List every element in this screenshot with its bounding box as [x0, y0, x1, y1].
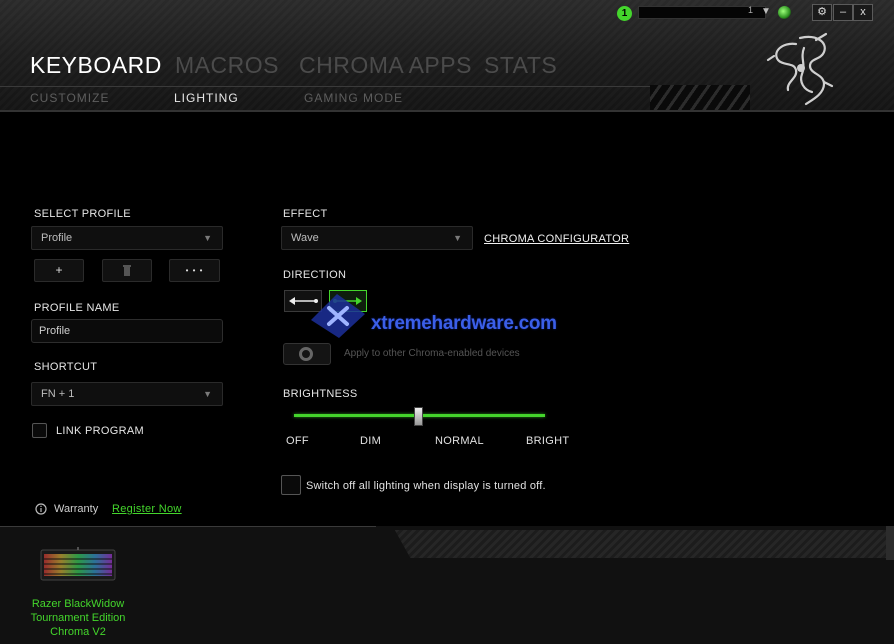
brightness-label: BRIGHTNESS: [283, 388, 358, 400]
shortcut-select[interactable]: FN + 1 ▼: [31, 382, 223, 406]
tab-chroma-apps[interactable]: CHROMA APPS: [299, 52, 472, 79]
shortcut-select-value: FN + 1: [41, 388, 75, 400]
keyboard-device-icon[interactable]: [40, 547, 116, 583]
effect-select-value: Wave: [291, 232, 319, 244]
header-stripes: [650, 85, 750, 110]
settings-button[interactable]: ⚙: [812, 4, 832, 21]
more-options-button[interactable]: • • •: [169, 259, 220, 282]
tab-stats[interactable]: STATS: [484, 52, 557, 79]
close-button[interactable]: x: [853, 4, 873, 21]
brightness-mark-dim: DIM: [360, 435, 382, 447]
device-bar-divider: [0, 526, 376, 527]
online-status-icon[interactable]: [778, 6, 791, 19]
switch-off-lighting-label: Switch off all lighting when display is …: [306, 480, 546, 492]
user-number: 1: [748, 5, 754, 15]
user-account-field[interactable]: [638, 6, 766, 19]
profile-name-label: PROFILE NAME: [34, 302, 120, 314]
delete-profile-button[interactable]: [102, 259, 152, 282]
subtab-gaming-mode[interactable]: GAMING MODE: [304, 91, 403, 105]
direction-label: DIRECTION: [283, 269, 347, 281]
watermark-logo-icon: [311, 294, 365, 338]
device-bar-stripes: [394, 530, 894, 558]
warranty-label: Warranty: [54, 503, 99, 515]
register-now-link[interactable]: Register Now: [112, 503, 182, 515]
tab-macros[interactable]: MACROS: [175, 52, 279, 79]
profile-name-input[interactable]: Profile: [31, 319, 223, 343]
link-program-checkbox[interactable]: [32, 423, 47, 438]
shortcut-label: SHORTCUT: [34, 361, 98, 373]
select-profile-label: SELECT PROFILE: [34, 208, 131, 220]
profile-select[interactable]: Profile ▼: [31, 226, 223, 250]
account-dropdown-icon[interactable]: ▼: [761, 6, 771, 17]
chroma-configurator-link[interactable]: CHROMA CONFIGURATOR: [484, 233, 629, 245]
brightness-mark-off: OFF: [286, 435, 309, 447]
brightness-mark-bright: BRIGHT: [526, 435, 570, 447]
subbar-divider: [0, 86, 650, 87]
tab-keyboard[interactable]: KEYBOARD: [30, 52, 162, 79]
add-profile-button[interactable]: +: [34, 259, 84, 282]
chevron-down-icon: ▼: [203, 389, 212, 399]
device-name-line3: Chroma V2: [50, 626, 106, 638]
apply-to-devices-hint: Apply to other Chroma-enabled devices: [344, 348, 520, 359]
chevron-down-icon: ▼: [203, 233, 212, 243]
subtab-customize[interactable]: CUSTOMIZE: [30, 91, 109, 105]
header-bottom-border: [0, 110, 894, 112]
chevron-down-icon: ▼: [453, 233, 462, 243]
subtab-lighting[interactable]: LIGHTING: [174, 91, 239, 105]
notification-badge[interactable]: 1: [617, 6, 632, 21]
info-icon: [35, 503, 47, 515]
minimize-button[interactable]: –: [833, 4, 853, 21]
switch-off-lighting-checkbox[interactable]: [281, 475, 301, 495]
device-name-line1: Razer BlackWidow: [31, 598, 125, 610]
brightness-mark-normal: NORMAL: [435, 435, 484, 447]
link-program-label: LINK PROGRAM: [56, 425, 144, 437]
device-name-line2: Tournament Edition: [30, 612, 126, 624]
profile-select-value: Profile: [41, 232, 73, 244]
razer-logo-icon: [766, 32, 834, 106]
effect-select[interactable]: Wave ▼: [281, 226, 473, 250]
trash-icon: [123, 265, 131, 277]
device-bar-scroll[interactable]: [886, 526, 894, 560]
effect-label: EFFECT: [283, 208, 328, 220]
watermark-text: xtremehardware.com: [371, 313, 557, 334]
chroma-ring-icon: [299, 347, 313, 361]
brightness-slider-handle[interactable]: [414, 407, 423, 426]
device-name[interactable]: Razer BlackWidow Tournament Edition Chro…: [20, 597, 136, 639]
